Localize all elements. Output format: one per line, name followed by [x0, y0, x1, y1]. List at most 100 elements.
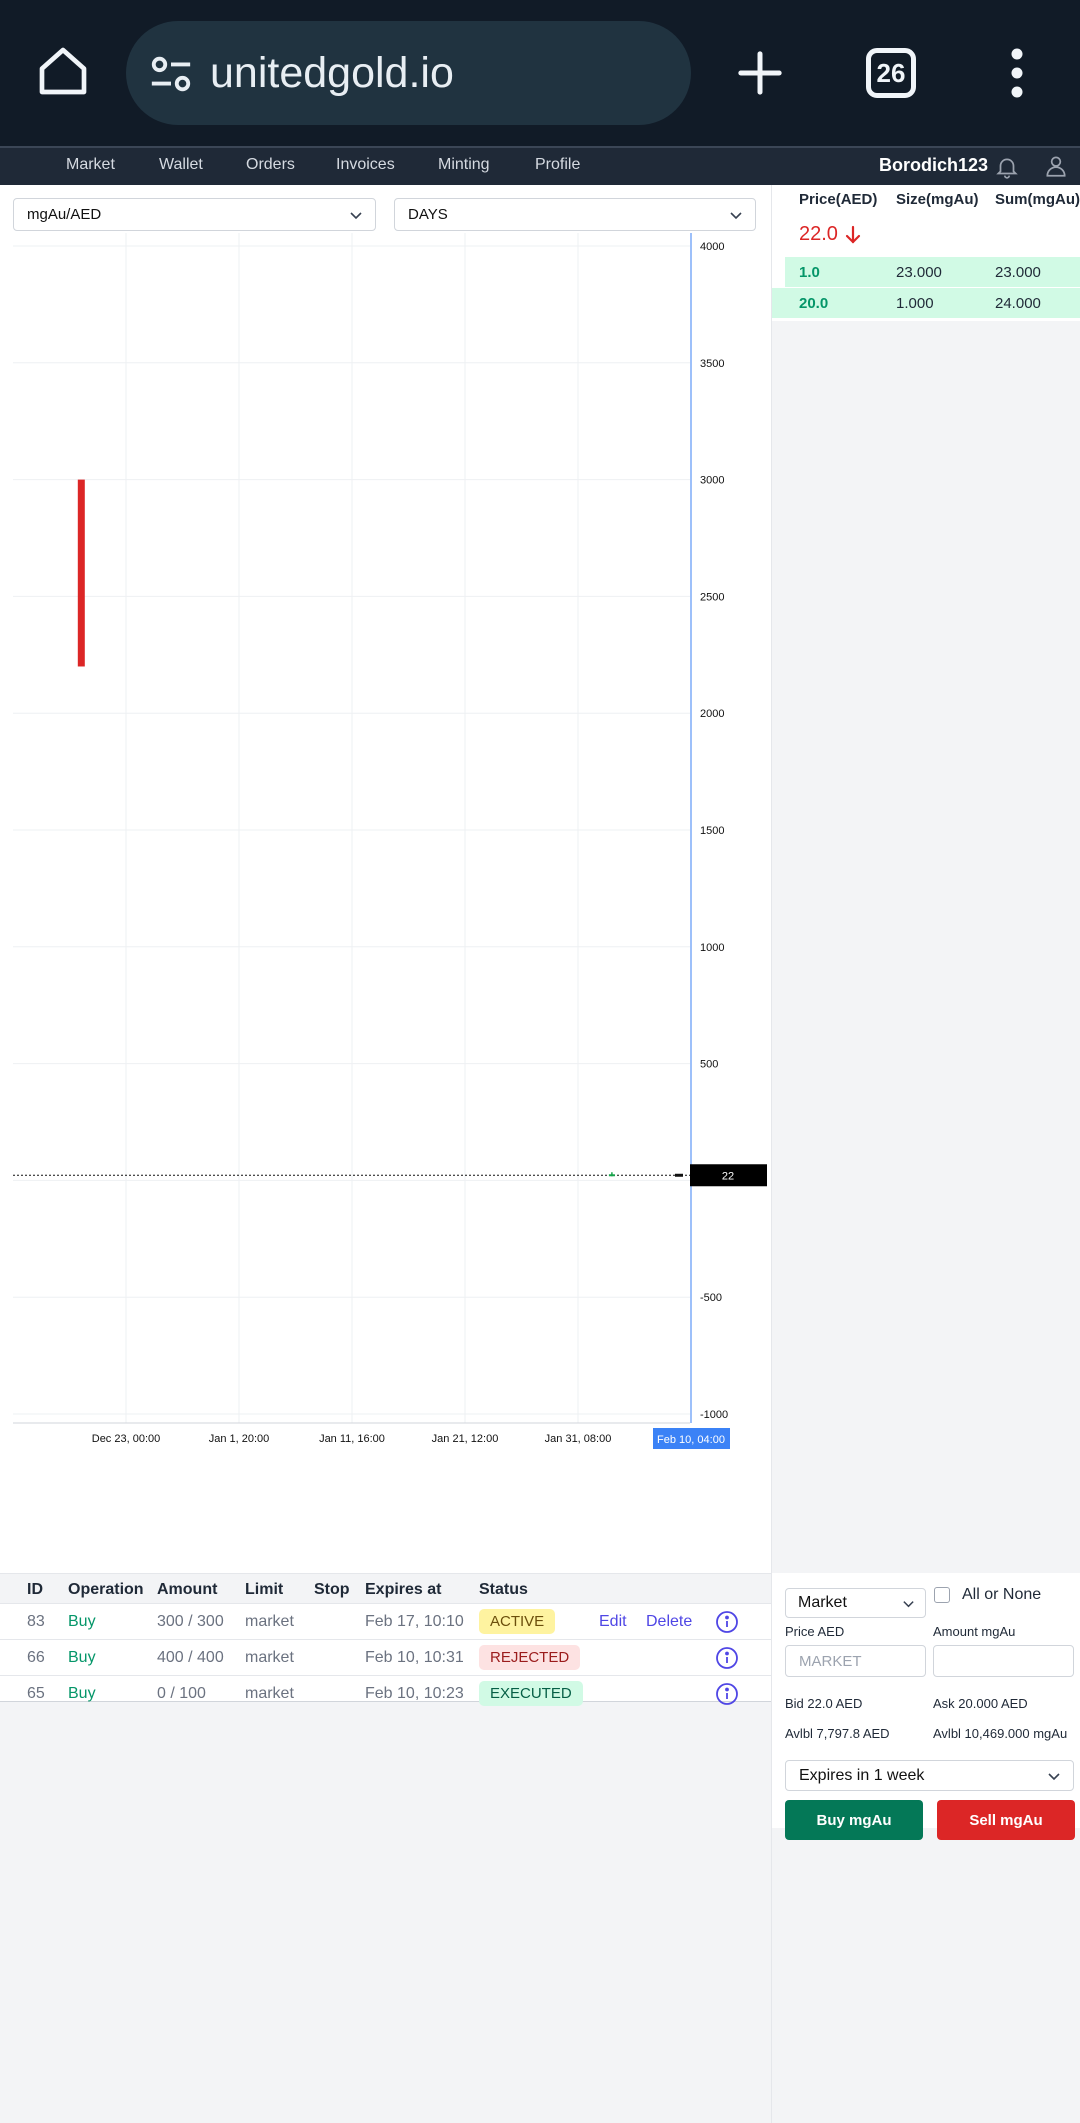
all-or-none-checkbox[interactable]: [934, 1587, 950, 1603]
arrow-down-icon: [845, 225, 861, 244]
y-tick-label: 2500: [700, 591, 724, 603]
expires-value: Expires in 1 week: [799, 1767, 925, 1784]
status-badge: REJECTED: [479, 1645, 581, 1670]
order-book-row[interactable]: 20.0 1.000 24.000: [772, 288, 1080, 318]
col-status: Status: [479, 1581, 528, 1598]
info-icon[interactable]: [715, 1646, 739, 1670]
trade-form: Market All or None Price AED Amount mgAu…: [772, 1573, 1080, 1840]
order-operation: Buy: [68, 1685, 96, 1702]
x-tick-label: Jan 11, 16:00: [319, 1433, 385, 1445]
table-row[interactable]: 83 Buy 300 / 300 market Feb 17, 10:10 AC…: [0, 1603, 771, 1639]
url-text: unitedgold.io: [210, 49, 454, 97]
price-label: Price AED: [785, 1624, 845, 1639]
price-input[interactable]: [785, 1645, 926, 1677]
price-chart[interactable]: 4000 3500 3000 2500 2000 1500 1000 500 -500 -1000…: [0, 185, 771, 1575]
home-button[interactable]: [22, 30, 104, 112]
new-tab-button[interactable]: [720, 33, 800, 113]
y-tick-label: 4000: [700, 241, 724, 253]
x-tick-label: Jan 1, 20:00: [209, 1433, 270, 1445]
ask-text: Ask 20.000 AED: [933, 1696, 1028, 1711]
col-stop: Stop: [314, 1581, 350, 1598]
order-operation: Buy: [68, 1649, 96, 1666]
home-icon: [39, 47, 87, 95]
col-amount: Amount: [157, 1581, 218, 1598]
order-expires: Feb 10, 10:23: [365, 1685, 464, 1702]
app-navbar: Market Wallet Orders Invoices Minting Pr…: [0, 146, 1080, 185]
browser-toolbar: unitedgold.io 26: [0, 0, 1080, 146]
row-marker: [772, 257, 785, 287]
nav-invoices[interactable]: Invoices: [336, 156, 395, 174]
current-time-label: Feb 10, 04:00: [657, 1434, 725, 1446]
col-id: ID: [27, 1581, 43, 1598]
x-tick-label: Dec 23, 00:00: [92, 1433, 161, 1445]
order-book: Price(AED) Size(mgAu) Sum(mgAu) 22.0 1.0…: [772, 185, 1080, 321]
info-icon[interactable]: [715, 1682, 739, 1706]
y-tick-label: -500: [700, 1292, 722, 1304]
y-tick-label: 3500: [700, 358, 724, 370]
candle: [77, 479, 85, 667]
username[interactable]: Borodich123: [879, 155, 988, 176]
x-tick-label: Jan 31, 08:00: [545, 1433, 612, 1445]
order-book-row[interactable]: 1.0 23.000 23.000: [772, 257, 1080, 287]
order-id: 65: [27, 1685, 45, 1702]
order-id: 83: [27, 1613, 45, 1630]
order-amount: 0 / 100: [157, 1685, 206, 1702]
expires-select[interactable]: Expires in 1 week: [785, 1760, 1074, 1791]
address-bar[interactable]: unitedgold.io: [126, 21, 691, 125]
order-id: 66: [27, 1649, 45, 1666]
status-badge: EXECUTED: [479, 1681, 583, 1706]
bell-icon[interactable]: [994, 154, 1020, 180]
user-icon[interactable]: [1043, 153, 1069, 179]
order-type-value: Market: [798, 1594, 847, 1611]
plus-icon: [738, 51, 782, 95]
edit-order-button[interactable]: Edit: [599, 1613, 627, 1631]
browser-menu-button[interactable]: [992, 33, 1042, 113]
nav-market[interactable]: Market: [66, 156, 115, 174]
available-aed: Avlbl 7,797.8 AED: [785, 1726, 890, 1741]
order-limit: market: [245, 1649, 294, 1666]
y-tick-label: 1500: [700, 825, 724, 837]
amount-input[interactable]: [933, 1645, 1074, 1677]
bid-text: Bid 22.0 AED: [785, 1696, 863, 1711]
info-icon[interactable]: [715, 1610, 739, 1634]
tab-switcher-button[interactable]: 26: [866, 48, 916, 98]
nav-profile[interactable]: Profile: [535, 156, 580, 174]
ob-col-price: Price(AED): [799, 191, 878, 208]
order-amount: 300 / 300: [157, 1613, 224, 1630]
y-tick-label: 3000: [700, 475, 724, 487]
status-badge: ACTIVE: [479, 1609, 556, 1634]
ob-price: 1.0: [799, 264, 820, 281]
right-panel: Price(AED) Size(mgAu) Sum(mgAu) 22.0 1.0…: [771, 185, 1080, 2123]
ob-price: 20.0: [799, 295, 829, 312]
table-row[interactable]: 65 Buy 0 / 100 market Feb 10, 10:23 EXEC…: [0, 1675, 771, 1711]
ob-sum: 23.000: [995, 264, 1041, 281]
sell-button[interactable]: Sell mgAu: [937, 1800, 1075, 1840]
site-settings-icon[interactable]: [148, 51, 194, 97]
order-limit: market: [245, 1613, 294, 1630]
tab-count: 26: [876, 57, 906, 88]
ob-size: 1.000: [896, 295, 934, 312]
table-row[interactable]: 66 Buy 400 / 400 market Feb 10, 10:31 RE…: [0, 1639, 771, 1675]
order-type-select[interactable]: Market: [785, 1588, 926, 1618]
order-limit: market: [245, 1685, 294, 1702]
order-expires: Feb 10, 10:31: [365, 1649, 464, 1666]
last-price: 22.0: [799, 223, 838, 245]
x-tick-label: Jan 21, 12:00: [432, 1433, 499, 1445]
col-limit: Limit: [245, 1581, 284, 1598]
all-or-none-label: All or None: [962, 1586, 1042, 1603]
nav-wallet[interactable]: Wallet: [159, 156, 203, 174]
ob-sum: 24.000: [995, 295, 1041, 312]
chevron-down-icon: [1048, 1773, 1060, 1781]
left-panel: mgAu/AED DAYS 4000 3500 3000 2500 2000 1500 10…: [0, 185, 771, 2123]
more-vert-icon: [1011, 48, 1023, 98]
nav-minting[interactable]: Minting: [438, 156, 490, 174]
ob-col-sum: Sum(mgAu): [995, 191, 1080, 208]
ob-size: 23.000: [896, 264, 942, 281]
chart-area: mgAu/AED DAYS 4000 3500 3000 2500 2000 1500 10…: [0, 185, 771, 1575]
nav-orders[interactable]: Orders: [246, 156, 295, 174]
order-amount: 400 / 400: [157, 1649, 224, 1666]
buy-button[interactable]: Buy mgAu: [785, 1800, 923, 1840]
orders-table-header: ID Operation Amount Limit Stop Expires a…: [0, 1573, 771, 1603]
delete-order-button[interactable]: Delete: [646, 1613, 692, 1631]
last-price-label: 22: [722, 1170, 734, 1182]
